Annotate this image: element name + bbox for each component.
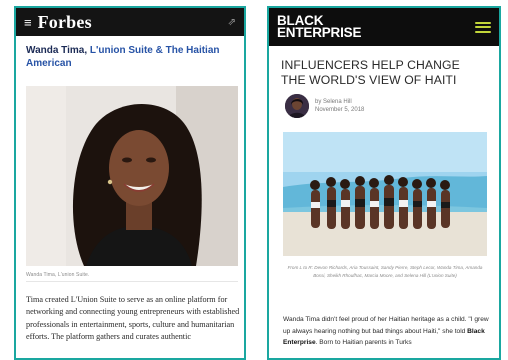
share-icon[interactable]: ⇗ xyxy=(228,17,236,28)
forbes-article-screenshot: ≡ Forbes ⇗ Wanda Tima, L'union Suite & T… xyxy=(14,6,246,360)
black-enterprise-logo[interactable]: BLACK ENTERPRISE xyxy=(277,14,475,40)
article-body: Wanda Tima didn't feel proud of her Hait… xyxy=(283,314,491,349)
divider xyxy=(26,281,238,282)
title-prefix: Wanda Tima, xyxy=(26,45,90,56)
logo-line-2: ENTERPRISE xyxy=(277,25,362,40)
black-enterprise-header: BLACK ENTERPRISE xyxy=(269,8,499,46)
portrait-photo xyxy=(26,86,238,266)
photo-caption: From L to R: Devon Richards, Aria Toussa… xyxy=(287,265,483,278)
group-beach-photo xyxy=(283,132,487,256)
article-body: Tima created L'Union Suite to serve as a… xyxy=(26,295,240,341)
author-avatar xyxy=(285,94,309,118)
author-meta: by Selena Hill November 5, 2018 xyxy=(315,98,364,114)
photo-caption: Wanda Tima, L'union Suite. xyxy=(26,272,90,278)
article-title: Wanda Tima, L'union Suite & The Haitian … xyxy=(16,36,244,70)
body-text-2: . Born to Haitian parents in Turks xyxy=(315,339,412,347)
article-headline: INFLUENCERS HELP CHANGE THE WORLD'S VIEW… xyxy=(281,58,460,87)
author-block: by Selena Hill November 5, 2018 xyxy=(285,94,364,118)
forbes-header: ≡ Forbes ⇗ xyxy=(16,8,244,36)
menu-icon[interactable]: ≡ xyxy=(24,15,32,30)
body-text-1: Wanda Tima didn't feel proud of her Hait… xyxy=(283,316,489,335)
publish-date: November 5, 2018 xyxy=(315,107,365,113)
hamburger-icon[interactable] xyxy=(475,21,491,33)
author-name[interactable]: by Selena Hill xyxy=(315,98,364,106)
black-enterprise-article-screenshot: BLACK ENTERPRISE INFLUENCERS HELP CHANGE… xyxy=(267,6,501,360)
forbes-logo[interactable]: Forbes xyxy=(38,12,228,33)
